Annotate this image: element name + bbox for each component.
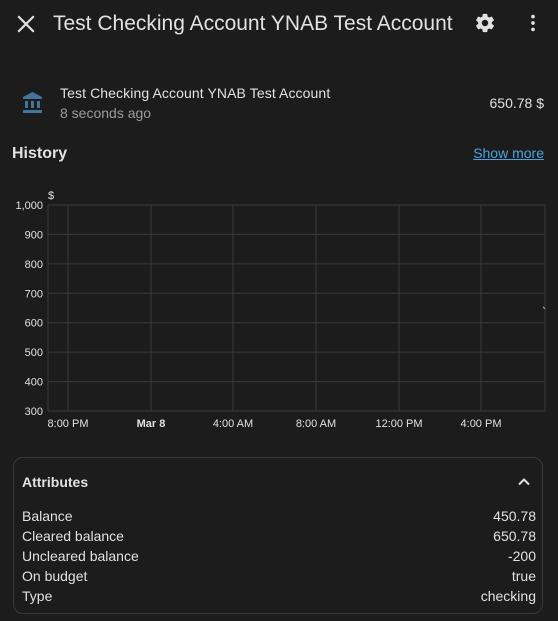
y-tick-label: 700 (25, 288, 43, 300)
y-tick-label: 400 (25, 377, 43, 389)
settings-button[interactable] (472, 10, 498, 36)
y-tick-label: 300 (25, 406, 43, 418)
x-tick-label: 8:00 AM (296, 418, 336, 430)
x-tick-label: 12:00 PM (375, 418, 422, 430)
x-tick-label: 4:00 PM (461, 418, 502, 430)
x-tick-label: 4:00 AM (213, 418, 253, 430)
attribute-row-type: Type checking (22, 586, 536, 606)
attribute-key: Type (22, 588, 53, 604)
attribute-key: On budget (22, 568, 88, 584)
attribute-value: -200 (507, 548, 536, 564)
x-tick-label: Mar 8 (137, 418, 166, 430)
attribute-row-uncleared-balance: Uncleared balance -200 (22, 546, 536, 566)
y-axis-unit-label: $ (48, 190, 54, 202)
attribute-key: Uncleared balance (22, 548, 139, 564)
y-tick-label: 500 (25, 347, 43, 359)
attributes-header[interactable]: Attributes (14, 458, 542, 506)
attribute-value: true (511, 568, 536, 584)
attributes-title: Attributes (22, 474, 89, 490)
attributes-panel: Attributes Balance 450.78 Cleared balanc… (13, 457, 543, 614)
attribute-row-cleared-balance: Cleared balance 650.78 (22, 526, 536, 546)
close-icon (17, 15, 35, 33)
history-chart[interactable]: $1,000 900 800 700 600 500 400 300 8:00 PM Mar 8 4… (0, 180, 558, 440)
chevron-up-icon (518, 478, 530, 486)
entity-row: Test Checking Account YNAB Test Account … (0, 80, 558, 126)
y-tick-label: 1,000 (15, 200, 43, 212)
bank-icon (23, 92, 42, 113)
attribute-row-on-budget: On budget true (22, 566, 536, 586)
more-options-button[interactable] (520, 10, 546, 36)
attribute-key: Balance (22, 508, 73, 524)
attribute-key: Cleared balance (22, 528, 124, 544)
attribute-value: 650.78 (493, 528, 536, 544)
y-tick-label: 900 (25, 229, 43, 241)
attribute-row-balance: Balance 450.78 (22, 506, 536, 526)
dialog-title: Test Checking Account YNAB Test Account (53, 12, 453, 35)
y-tick-label: 600 (25, 318, 43, 330)
gear-icon (476, 13, 494, 33)
last-changed: 8 seconds ago (60, 105, 152, 121)
entity-state: 650.78 $ (489, 95, 545, 111)
entity-name: Test Checking Account YNAB Test Account (60, 85, 331, 101)
dialog-header: Test Checking Account YNAB Test Account (0, 0, 558, 48)
y-tick-label: 800 (25, 259, 43, 271)
attribute-value: checking (480, 588, 536, 604)
x-tick-label: 8:00 PM (48, 418, 89, 430)
show-more-link[interactable]: Show more (473, 144, 544, 162)
dots-vertical-icon (531, 14, 535, 32)
history-title: History (12, 145, 68, 162)
close-button[interactable] (12, 10, 40, 38)
attribute-value: 450.78 (493, 508, 536, 524)
